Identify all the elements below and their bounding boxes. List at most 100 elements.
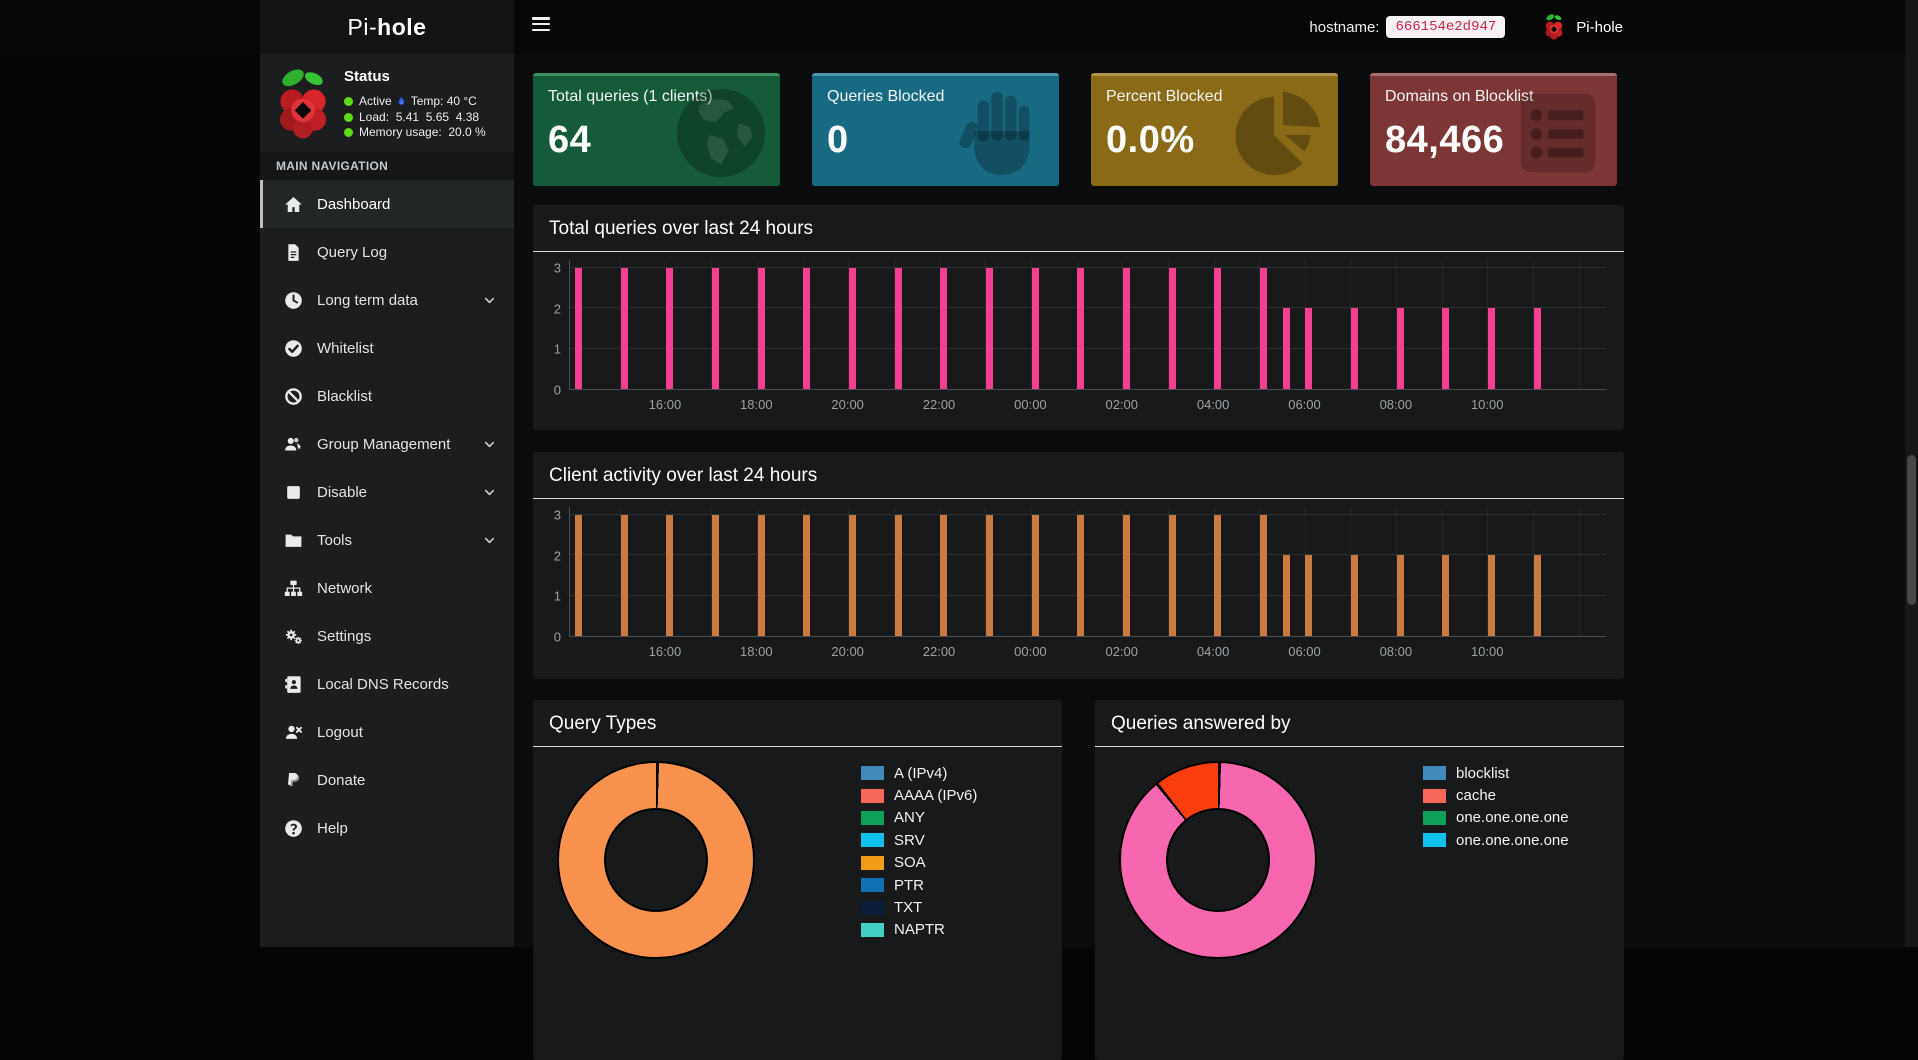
hostname-badge: 666154e2d947	[1386, 16, 1505, 38]
sidebar-item-long-term-data[interactable]: Long term data	[260, 276, 514, 324]
legend-swatch	[861, 766, 884, 780]
queries-answered-donut-chart[interactable]	[1119, 761, 1317, 959]
sidebar-toggle-button[interactable]	[532, 17, 552, 37]
pie-icon	[1230, 84, 1328, 182]
app-logo[interactable]: Pi-hole	[260, 0, 514, 54]
status-title: Status	[344, 68, 486, 85]
status-dot-icon	[344, 113, 353, 122]
chevron-down-icon	[483, 486, 496, 499]
panel-total-queries: Total queries over last 24 hours 012316:…	[533, 205, 1624, 430]
query-types-donut-chart[interactable]	[557, 761, 755, 959]
temperature-flame-icon	[396, 95, 407, 108]
query-types-legend: A (IPv4) AAAA (IPv6) ANY SRV SOA PTR TXT…	[861, 762, 977, 941]
stat-card-percent-blocked[interactable]: Percent Blocked 0.0%	[1091, 73, 1338, 186]
legend-swatch	[861, 833, 884, 847]
status-dot-icon	[344, 97, 353, 106]
legend-item[interactable]: A (IPv4)	[861, 762, 977, 784]
sidebar-item-whitelist[interactable]: Whitelist	[260, 324, 514, 372]
users-gear-icon	[284, 435, 303, 454]
sidebar-item-disable[interactable]: Disable	[260, 468, 514, 516]
nav-section-header: MAIN NAVIGATION	[260, 152, 514, 180]
stat-card-total-queries[interactable]: Total queries (1 clients) 64	[533, 73, 780, 186]
sidebar-item-settings[interactable]: Settings	[260, 612, 514, 660]
legend-item[interactable]: SOA	[861, 852, 977, 874]
legend-item[interactable]: SRV	[861, 829, 977, 851]
logo-prefix: Pi-	[348, 14, 378, 41]
legend-item[interactable]: AAAA (IPv6)	[861, 784, 977, 806]
legend-item[interactable]: one.one.one.one	[1423, 807, 1569, 829]
folder-icon	[284, 531, 303, 550]
topbar: Pi-hole hostname: 666154e2d947 Pi-hole	[0, 0, 1918, 54]
panel-title: Query Types	[549, 713, 1046, 735]
panel-client-activity: Client activity over last 24 hours 01231…	[533, 452, 1624, 679]
legend-item[interactable]: PTR	[861, 874, 977, 896]
address-book-icon	[284, 675, 303, 694]
legend-swatch	[1423, 833, 1446, 847]
panel-title: Queries answered by	[1111, 713, 1608, 735]
hostname-label: hostname:	[1309, 19, 1379, 36]
total-queries-chart[interactable]: 012316:0018:0020:0022:0000:0002:0004:000…	[543, 260, 1610, 412]
check-circle-icon	[284, 339, 303, 358]
brand-label: Pi-hole	[1576, 19, 1623, 36]
legend-swatch	[861, 811, 884, 825]
sitemap-icon	[284, 579, 303, 598]
hand-icon	[951, 84, 1049, 182]
globe-icon	[672, 84, 770, 182]
sidebar-item-dashboard[interactable]: Dashboard	[260, 180, 514, 228]
raspberry-icon	[1543, 13, 1565, 41]
sidebar-item-local-dns-records[interactable]: Local DNS Records	[260, 660, 514, 708]
logo-suffix: hole	[377, 14, 426, 41]
client-activity-chart[interactable]: 012316:0018:0020:0022:0000:0002:0004:000…	[543, 507, 1610, 659]
status-line-load: Load: 5.41 5.65 4.38	[344, 110, 486, 126]
list-icon	[1509, 84, 1607, 182]
sidebar-item-group-management[interactable]: Group Management	[260, 420, 514, 468]
legend-item[interactable]: TXT	[861, 896, 977, 918]
legend-item[interactable]: one.one.one.one	[1423, 829, 1569, 851]
legend-item[interactable]: ANY	[861, 807, 977, 829]
clock-icon	[284, 291, 303, 310]
chevron-down-icon	[483, 294, 496, 307]
home-icon	[284, 195, 303, 214]
panel-header: Total queries over last 24 hours	[533, 205, 1624, 252]
legend-swatch	[1423, 789, 1446, 803]
scrollbar[interactable]	[1905, 0, 1918, 947]
status-line-memory: Memory usage: 20.0 %	[344, 125, 486, 141]
legend-item[interactable]: NAPTR	[861, 919, 977, 941]
sidebar-item-tools[interactable]: Tools	[260, 516, 514, 564]
sidebar-item-donate[interactable]: Donate	[260, 756, 514, 804]
file-icon	[284, 243, 303, 262]
ban-icon	[284, 387, 303, 406]
sidebar-item-help[interactable]: Help	[260, 804, 514, 852]
sidebar: Status Active Temp: 40 °C Load: 5.41 5.6…	[260, 54, 514, 947]
stat-card-domains-on-blocklist[interactable]: Domains on Blocklist 84,466	[1370, 73, 1617, 186]
panel-queries-answered-by: Queries answered by blocklist cache one.…	[1095, 700, 1624, 1060]
sidebar-item-query-log[interactable]: Query Log	[260, 228, 514, 276]
legend-swatch	[1423, 766, 1446, 780]
status-panel: Status Active Temp: 40 °C Load: 5.41 5.6…	[260, 54, 514, 152]
panel-header: Client activity over last 24 hours	[533, 452, 1624, 499]
raspberry-logo	[274, 66, 332, 142]
panel-query-types: Query Types A (IPv4) AAAA (IPv6) ANY SRV…	[533, 700, 1062, 1060]
scrollbar-thumb[interactable]	[1907, 455, 1916, 605]
queries-answered-legend: blocklist cache one.one.one.one one.one.…	[1423, 762, 1569, 852]
sidebar-item-blacklist[interactable]: Blacklist	[260, 372, 514, 420]
gears-icon	[284, 627, 303, 646]
main-content: Total queries (1 clients) 64 Queries Blo…	[514, 54, 1918, 947]
sidebar-nav: Dashboard Query Log Long term data White…	[260, 180, 514, 852]
panel-header: Query Types	[533, 700, 1062, 747]
legend-swatch	[861, 856, 884, 870]
stop-icon	[284, 483, 303, 502]
donut-hole	[604, 808, 708, 912]
paypal-icon	[284, 771, 303, 790]
legend-swatch	[861, 901, 884, 915]
legend-swatch	[1423, 811, 1446, 825]
sidebar-item-logout[interactable]: Logout	[260, 708, 514, 756]
status-line-active: Active Temp: 40 °C	[344, 94, 486, 110]
chevron-down-icon	[483, 438, 496, 451]
chevron-down-icon	[483, 534, 496, 547]
legend-item[interactable]: cache	[1423, 784, 1569, 806]
legend-item[interactable]: blocklist	[1423, 762, 1569, 784]
stat-card-queries-blocked[interactable]: Queries Blocked 0	[812, 73, 1059, 186]
sidebar-item-network[interactable]: Network	[260, 564, 514, 612]
legend-swatch	[861, 923, 884, 937]
